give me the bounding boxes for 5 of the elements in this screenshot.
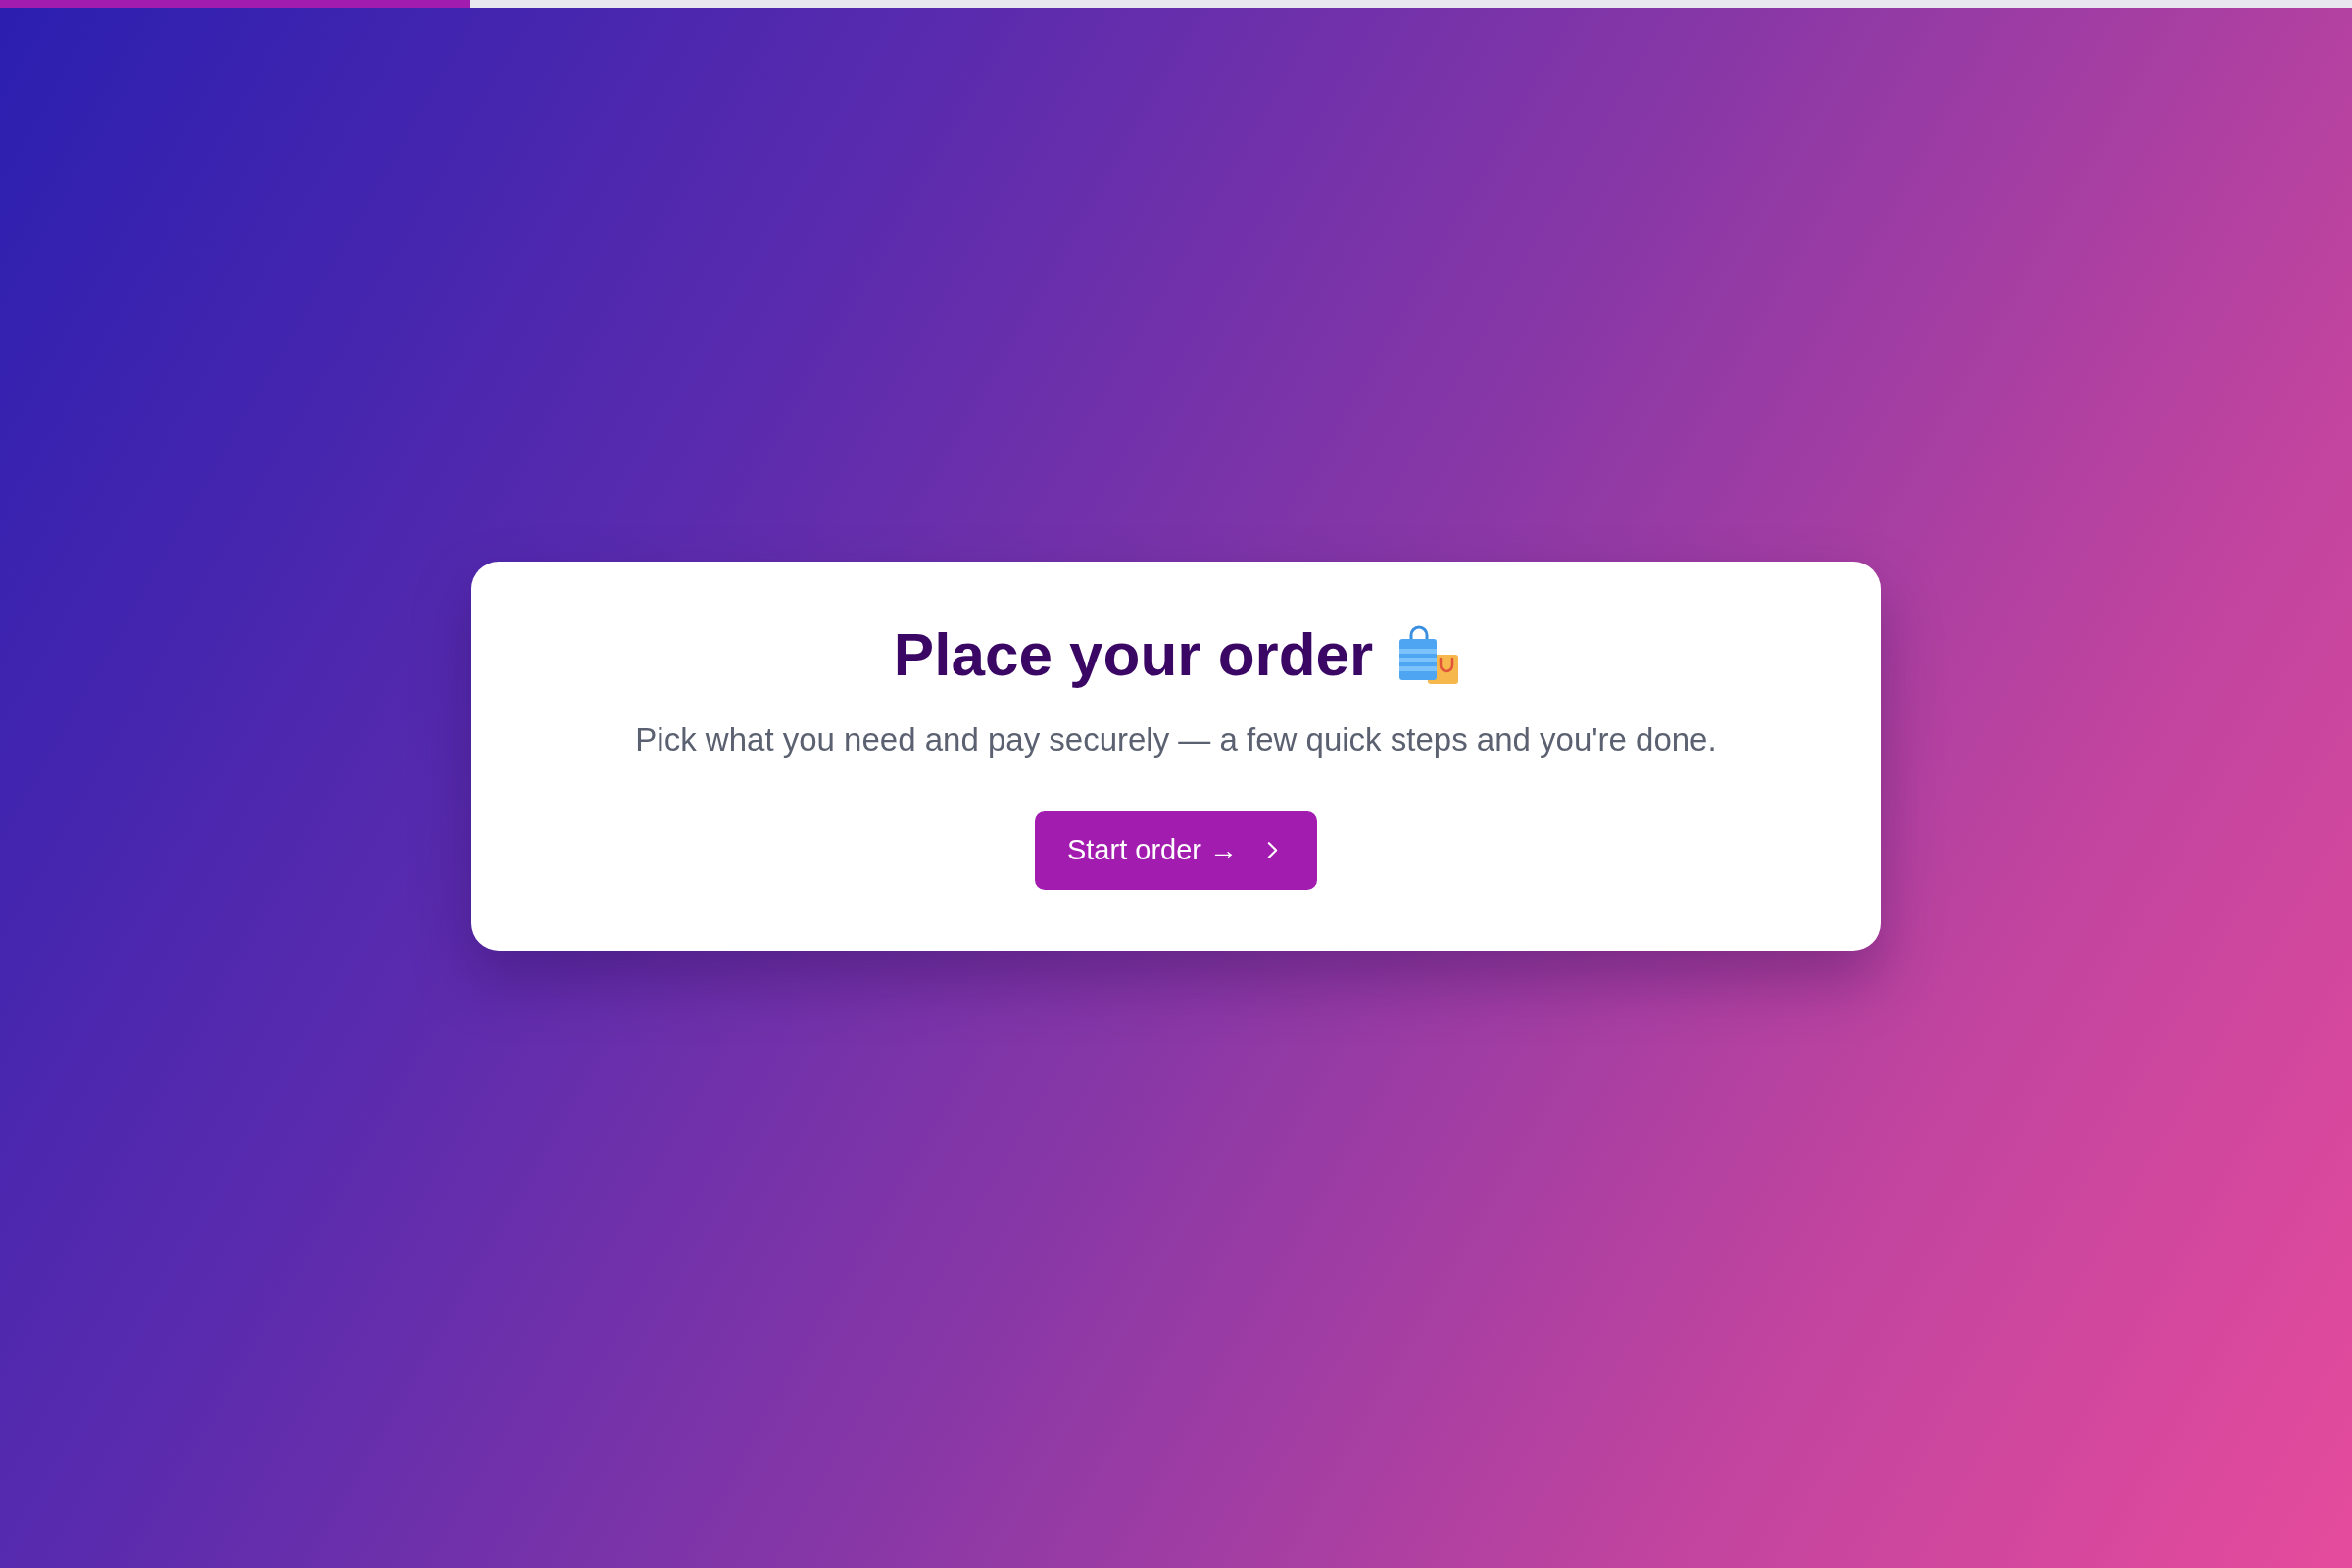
page-title: Place your order	[893, 618, 1374, 690]
shopping-bags-icon	[1399, 624, 1459, 684]
subtitle-text: Pick what you need and pay securely — a few quick steps and you're done.	[635, 719, 1717, 760]
start-order-button[interactable]: Start order →	[1034, 810, 1318, 890]
chevron-right-icon	[1267, 841, 1279, 859]
